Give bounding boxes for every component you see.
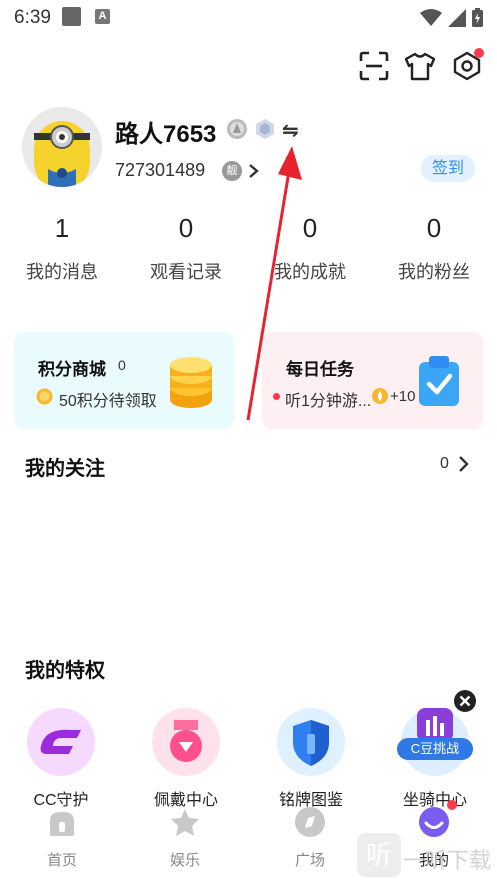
- shield-icon: [293, 720, 329, 766]
- clipboard-check-icon: [419, 356, 459, 406]
- flame-coin-icon: [372, 388, 388, 404]
- star-icon: [171, 809, 199, 836]
- following-title: 我的关注: [25, 458, 105, 480]
- stat-label: 我的粉丝: [398, 262, 470, 282]
- nav-mine-badge-dot: [447, 800, 457, 810]
- sign-in-button[interactable]: 签到: [421, 155, 475, 182]
- nav-label: 娱乐: [169, 852, 200, 869]
- a-notification-icon: A: [95, 9, 110, 24]
- minion-avatar-icon: [22, 107, 102, 187]
- stat-value: 0: [178, 213, 194, 243]
- points-mall-title: 积分商城: [38, 360, 106, 379]
- avatar[interactable]: [22, 107, 102, 187]
- status-bar: 6:39 A: [0, 0, 497, 34]
- points-count: 0: [118, 357, 126, 373]
- stat-watch-history[interactable]: 0 观看记录: [124, 213, 248, 284]
- scan-icon[interactable]: [359, 51, 389, 81]
- compass-icon: [295, 807, 325, 837]
- following-chevron-icon[interactable]: [458, 455, 470, 473]
- points-pending-text: 50积分待领取: [59, 393, 157, 410]
- stat-value: 0: [426, 213, 442, 243]
- daily-task-reward: +10: [390, 388, 416, 405]
- wifi-icon: [420, 8, 442, 26]
- nav-label: 首页: [46, 852, 77, 869]
- watermark-text: 一听下载: [403, 848, 492, 873]
- status-time: 6:39: [14, 7, 51, 28]
- stat-messages[interactable]: 1 我的消息: [0, 213, 124, 284]
- home-icon: [50, 812, 74, 836]
- annotation-arrow: [246, 146, 302, 421]
- rank-badge-icon[interactable]: [254, 118, 276, 140]
- stat-label: 观看记录: [150, 262, 222, 282]
- following-count[interactable]: 0: [440, 455, 449, 473]
- tshirt-icon[interactable]: [404, 51, 436, 81]
- privilege-wear-center[interactable]: 佩戴中心: [131, 708, 241, 810]
- nav-entertainment[interactable]: 娱乐: [140, 806, 230, 870]
- status-right: [420, 8, 483, 27]
- watermark-logo-icon: 听: [357, 833, 401, 877]
- watermark: 听 一听下载: [337, 823, 497, 883]
- nav-home[interactable]: 首页: [17, 806, 107, 870]
- level-badge-icon[interactable]: [226, 118, 248, 140]
- signal-icon: [448, 8, 466, 27]
- coin-icon: [36, 388, 53, 405]
- medal-icon: [170, 720, 202, 762]
- privileges-title: 我的特权: [25, 660, 105, 682]
- c-bean-challenge-badge[interactable]: C豆挑战: [397, 738, 473, 760]
- notification-square-icon: [62, 7, 81, 26]
- points-mall-card[interactable]: 积分商城 0 50积分待领取: [14, 332, 234, 429]
- stat-label: 我的消息: [26, 262, 98, 282]
- close-icon[interactable]: [453, 689, 477, 713]
- settings-badge-dot: [474, 48, 484, 58]
- coin-stack-icon: [170, 357, 212, 408]
- battery-icon: [472, 8, 483, 27]
- privilege-nameplate[interactable]: 铭牌图鉴: [256, 708, 366, 810]
- username: 路人7653: [115, 121, 217, 148]
- privilege-cc-guard[interactable]: CC守护: [6, 708, 116, 810]
- stat-fans[interactable]: 0 我的粉丝: [372, 213, 496, 284]
- user-id: 727301489: [115, 160, 206, 180]
- id-badge: 靓: [222, 161, 242, 181]
- privilege-mount-center[interactable]: C豆挑战 坐骑中心: [380, 708, 490, 810]
- stat-value: 1: [54, 213, 70, 243]
- cc-guard-icon: [40, 729, 81, 754]
